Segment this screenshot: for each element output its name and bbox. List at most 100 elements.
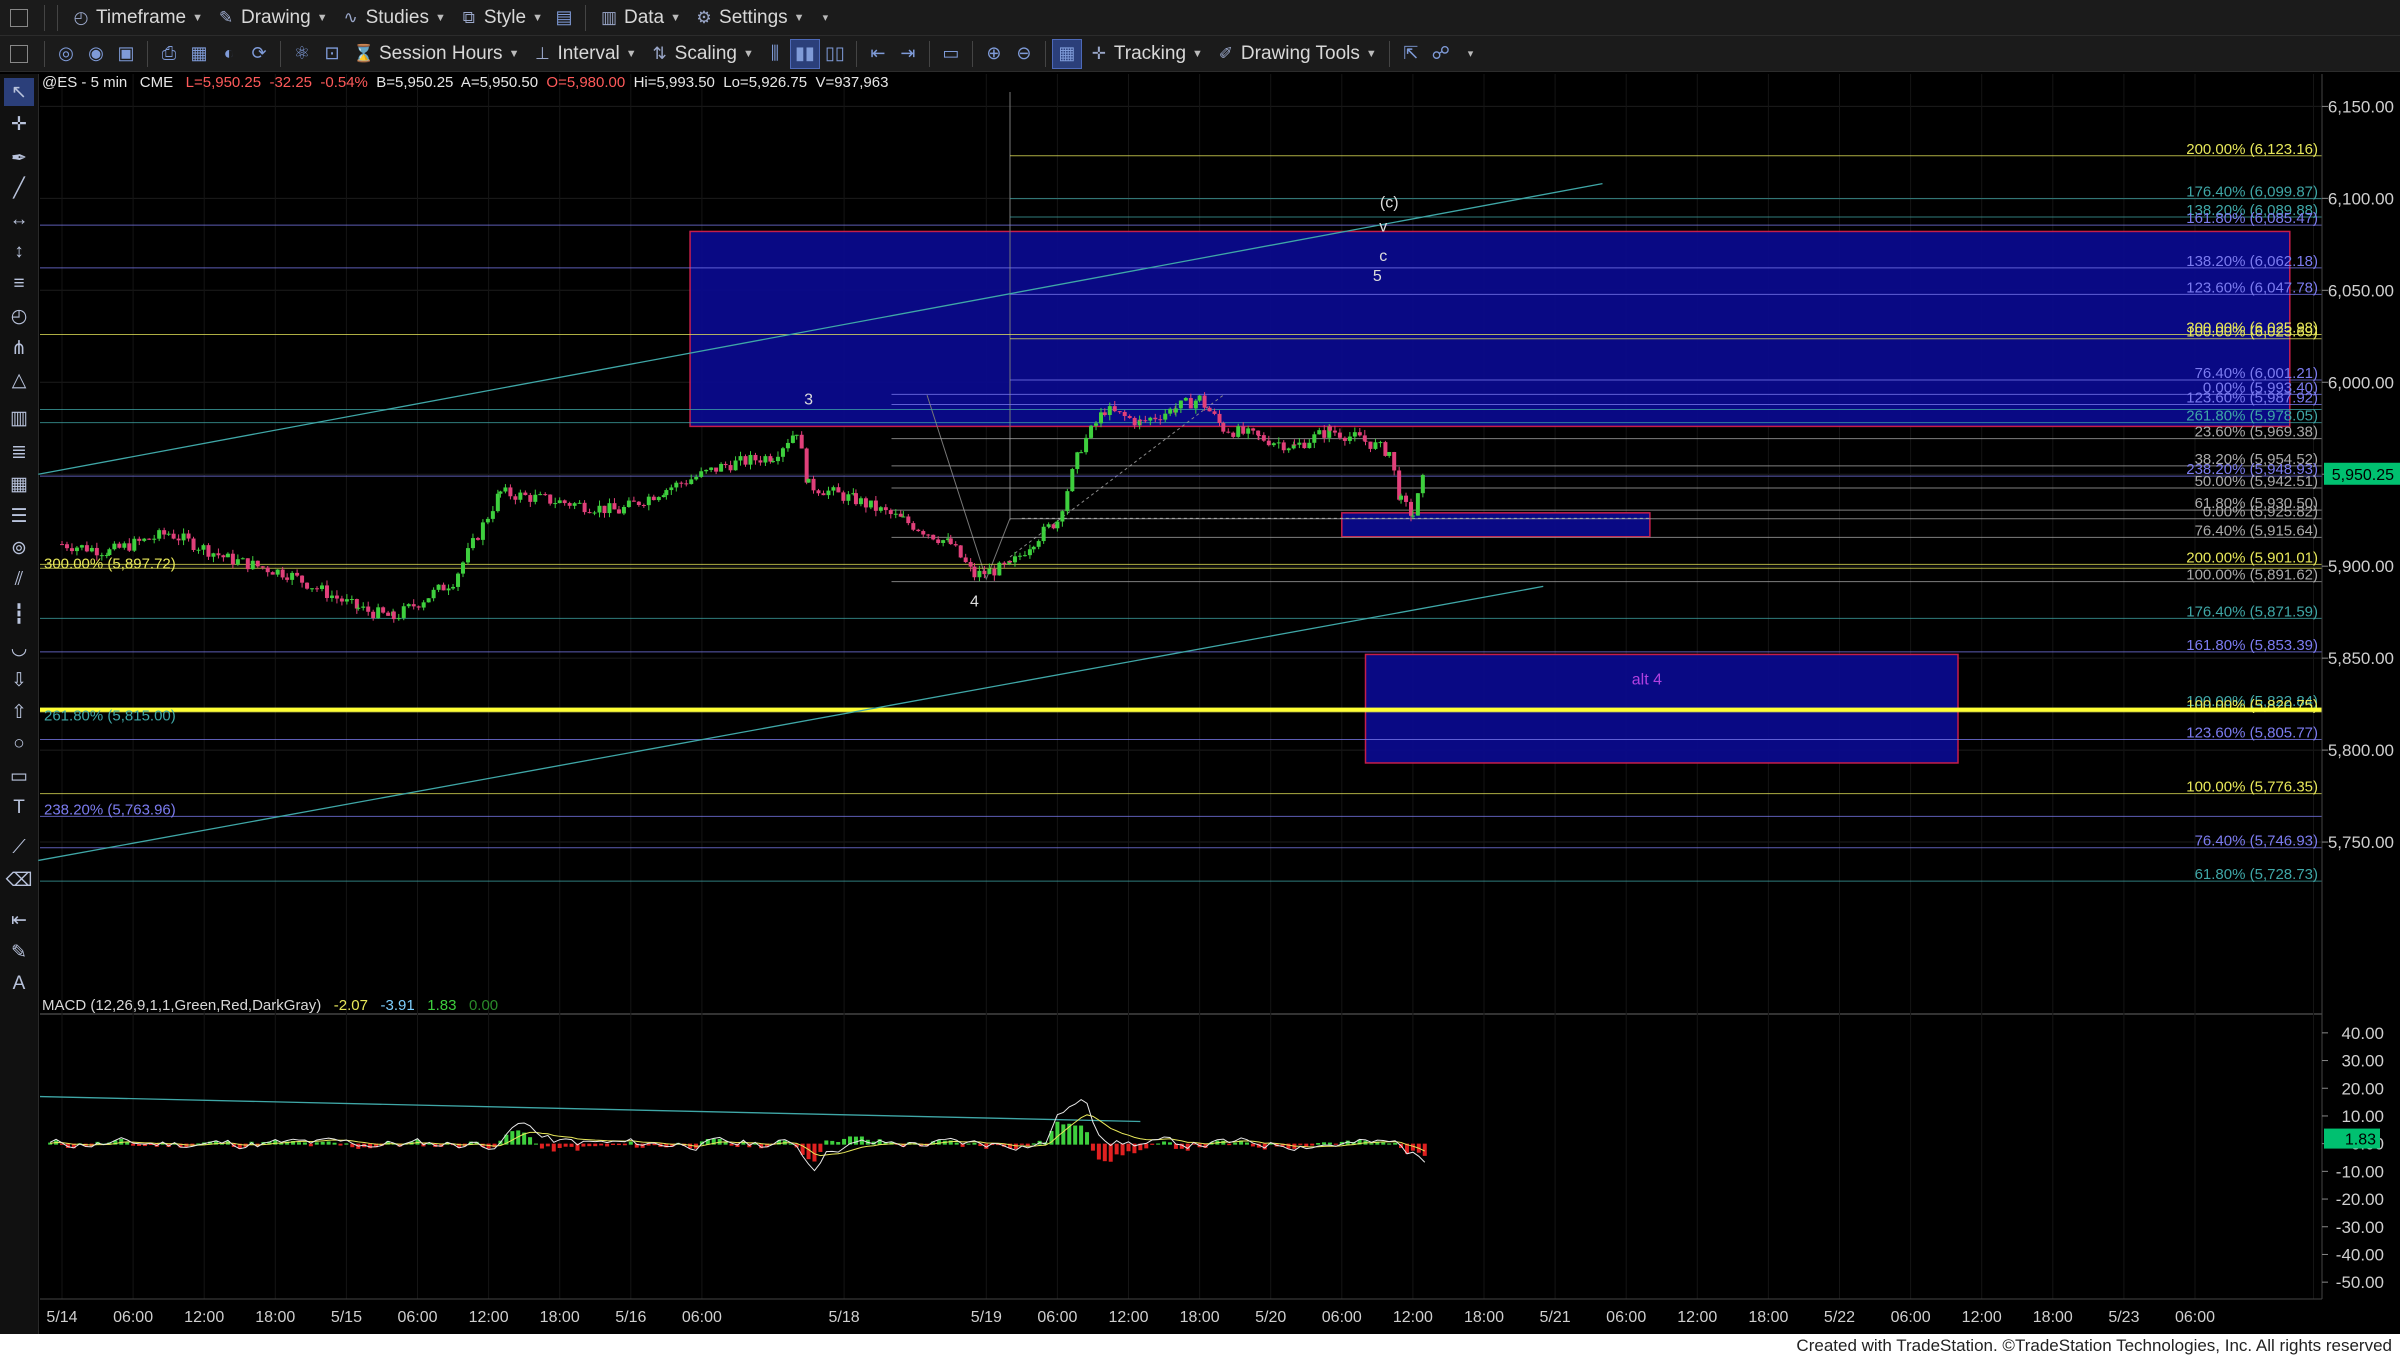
macd-histogram-bar xyxy=(1381,1142,1386,1145)
zoom-out-icon[interactable]: ⊖ xyxy=(1009,39,1039,69)
toolbar2-overflow[interactable]: ▾ xyxy=(1456,39,1480,69)
drawing-menu[interactable]: ✎ Drawing ▼ xyxy=(209,3,334,33)
tracking-menu[interactable]: ✛ Tracking ▼ xyxy=(1082,39,1209,69)
time-axis[interactable]: 5/14 06:00 12:00 18:00 5/15 06:00 12:00 18:00 5/… xyxy=(40,1298,2322,1326)
data-menu[interactable]: ▥ Data ▼ xyxy=(592,3,687,33)
candle-body xyxy=(480,522,485,540)
fib-level-label: 161.80% (6,085.47) xyxy=(2186,210,2318,227)
macd-histogram-bar xyxy=(131,1143,136,1146)
macd-histogram-bar xyxy=(539,1143,544,1149)
zoom-in-bars-icon[interactable]: ⇥ xyxy=(893,39,923,69)
time-tick-label: 18:00 xyxy=(1180,1309,1220,1326)
fib-level-label: 138.20% (6,062.18) xyxy=(2186,253,2318,270)
candle-body xyxy=(1307,442,1312,449)
grid-icon[interactable]: ▦ xyxy=(1051,38,1082,69)
candle-body xyxy=(99,555,104,557)
candle-body xyxy=(916,529,921,532)
candle-body xyxy=(953,544,958,546)
candle-body xyxy=(245,558,250,570)
export-icon[interactable]: ⇱ xyxy=(1396,39,1426,69)
alert-icon[interactable]: ⊡ xyxy=(317,39,347,69)
candle-body xyxy=(290,572,295,580)
symbol-link-icon[interactable]: ◎ xyxy=(51,39,81,69)
session-hours-menu[interactable]: ⌛ Session Hours ▼ xyxy=(347,39,525,69)
bar-chart-type-icon[interactable]: ⫼ xyxy=(760,39,790,69)
target-zone-box xyxy=(689,230,2291,428)
chart-layout-icon[interactable]: ▭ xyxy=(936,39,966,69)
save-icon[interactable]: ▦ xyxy=(184,39,214,69)
candle-body xyxy=(391,611,396,620)
drawing-tools-menu[interactable]: ✐ Drawing Tools ▼ xyxy=(1209,39,1383,69)
macd-histogram-bar xyxy=(1250,1143,1255,1147)
candle-body xyxy=(132,538,137,551)
macd-histogram-bar xyxy=(1233,1142,1238,1145)
candle-body xyxy=(1378,442,1383,444)
candlestick-chart-type-icon[interactable]: ▮▮ xyxy=(789,38,820,69)
macd-histogram-bar xyxy=(1322,1142,1327,1145)
new-window-icon[interactable]: ▣ xyxy=(111,39,141,69)
macd-histogram-bar xyxy=(1144,1143,1149,1149)
macd-histogram-bar xyxy=(545,1143,550,1147)
time-tick-label: 06:00 xyxy=(682,1309,722,1326)
candle-body xyxy=(1036,541,1041,547)
candle-body xyxy=(191,538,196,551)
candle-body xyxy=(275,569,280,575)
candle-body xyxy=(948,538,953,545)
template-icon[interactable]: ◐ xyxy=(214,39,244,69)
zoom-in-icon[interactable]: ⊕ xyxy=(979,39,1009,69)
candle-body xyxy=(406,604,411,607)
macd-histogram-bar xyxy=(853,1136,858,1145)
style-menu[interactable]: ⧉ Style ▼ xyxy=(452,3,549,33)
toolbar-separator xyxy=(44,40,45,67)
settings-menu[interactable]: ⚙ Settings ▼ xyxy=(687,3,811,33)
link-icon[interactable]: ☍ xyxy=(1426,39,1456,69)
candle-body xyxy=(651,496,656,501)
candle-body xyxy=(498,491,503,494)
studies-menu[interactable]: ∿ Studies ▼ xyxy=(334,3,452,33)
time-tick-label: 5/16 xyxy=(615,1309,646,1326)
layout-toggle-icon[interactable]: ▤ xyxy=(549,3,579,33)
candle-body xyxy=(371,611,376,619)
wave-count-label: 5 xyxy=(1373,268,1382,285)
macd-histogram-bar xyxy=(510,1131,515,1145)
time-tick-label: 12:00 xyxy=(184,1309,224,1326)
candle-body xyxy=(260,566,265,568)
macd-histogram-bar xyxy=(1096,1143,1101,1160)
candle-body xyxy=(411,604,416,607)
toolbar-separator xyxy=(147,40,148,67)
candle-body xyxy=(334,595,339,599)
timeframe-menu[interactable]: ◴ Timeframe ▼ xyxy=(64,3,209,33)
symbol-link-2-icon[interactable]: ◉ xyxy=(81,39,111,69)
candle-body xyxy=(661,495,666,498)
interval-menu[interactable]: ⊥ Interval ▼ xyxy=(525,39,642,69)
fib-level-label: 0.00% (5,925.82) xyxy=(2203,504,2318,521)
candle-body xyxy=(94,547,99,556)
zoom-out-bars-icon[interactable]: ⇤ xyxy=(863,39,893,69)
indicator-icon[interactable]: ⚛ xyxy=(287,39,317,69)
toolbar-separator xyxy=(57,4,58,31)
hollow-candle-chart-type-icon[interactable]: ▯▯ xyxy=(820,39,850,69)
window-icon[interactable] xyxy=(10,44,28,63)
scaling-menu[interactable]: ⇅ Scaling ▼ xyxy=(643,39,760,69)
candle-body xyxy=(612,503,617,510)
candle-body xyxy=(300,575,305,583)
chevron-down-icon: ▼ xyxy=(434,11,446,24)
time-tick-label: 06:00 xyxy=(1037,1309,1077,1326)
macd-panel[interactable]: 40.0030.0020.0010.000.00-10.00-20.00-30.… xyxy=(39,1024,2384,1292)
time-tick-label: 18:00 xyxy=(1464,1309,1504,1326)
candle-body xyxy=(831,487,836,491)
macd-histogram-bar xyxy=(344,1143,349,1145)
macd-histogram-bar xyxy=(1387,1143,1392,1145)
candle-body xyxy=(356,607,361,609)
price-chart[interactable]: alt 4 200.00% (6,123.16) 176.40% (6,099.8… xyxy=(0,74,2400,1334)
toolbar-overflow[interactable]: ▾ xyxy=(811,3,835,33)
candle-body xyxy=(315,588,320,590)
time-tick-label: 5/15 xyxy=(331,1309,362,1326)
macd-histogram-bar xyxy=(338,1143,343,1146)
refresh-icon[interactable]: ⟳ xyxy=(244,39,274,69)
macd-histogram-bar xyxy=(1073,1125,1078,1145)
print-icon[interactable]: ⎙ xyxy=(154,39,184,69)
candle-body xyxy=(1322,430,1327,438)
window-icon[interactable] xyxy=(10,8,28,27)
candle-body xyxy=(582,502,587,513)
